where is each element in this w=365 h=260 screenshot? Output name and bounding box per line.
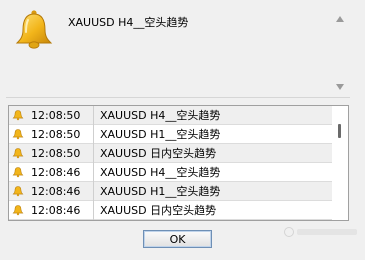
watermark-logo-icon [284,227,294,237]
log-time: 12:08:50 [31,108,81,122]
log-time: 12:08:50 [31,127,81,141]
log-row[interactable]: 12:08:50 XAUUSD H4__空头趋势 [9,106,332,125]
list-scrollbar[interactable] [331,106,348,220]
message-scrollbar[interactable] [332,6,349,94]
alert-panel: XAUUSD H4__空头趋势 [8,6,338,90]
bell-icon [9,201,27,220]
divider [6,97,350,98]
log-row[interactable]: 12:08:50 XAUUSD H1__空头趋势 [9,124,332,144]
scroll-down-icon[interactable] [336,84,344,90]
alert-log-list[interactable]: 12:08:50 XAUUSD H4__空头趋势 12:08:50 XAUUSD H1… [8,105,349,221]
watermark [284,227,357,237]
log-time: 12:08:46 [31,165,81,179]
log-row[interactable]: 12:08:46 XAUUSD H1__空头趋势 [9,181,332,201]
ok-button[interactable]: OK [143,230,212,248]
bell-icon [9,182,27,201]
log-message: XAUUSD H1__空头趋势 [100,128,221,141]
log-message: XAUUSD H4__空头趋势 [100,166,221,179]
log-time: 12:08:46 [31,203,81,217]
bell-icon [9,163,27,182]
log-time: 12:08:46 [31,184,81,198]
bell-icon [9,144,27,163]
bell-icon [9,106,27,125]
log-row[interactable]: 12:08:46 XAUUSD H4__空头趋势 [9,162,332,182]
scroll-thumb[interactable] [338,124,341,138]
log-message: XAUUSD H4__空头趋势 [100,109,221,122]
bell-icon [9,125,27,144]
log-time: 12:08:50 [31,146,81,160]
log-message: XAUUSD H1__空头趋势 [100,185,221,198]
log-message: XAUUSD 日内空头趋势 [100,147,217,160]
scroll-up-icon[interactable] [336,16,344,22]
log-row[interactable]: 12:08:50 XAUUSD 日内空头趋势 [9,143,332,163]
log-message: XAUUSD 日内空头趋势 [100,204,217,217]
log-row[interactable]: 12:08:46 XAUUSD 日内空头趋势 [9,200,332,220]
bell-icon [15,10,53,49]
alert-message: XAUUSD H4__空头趋势 [68,16,189,29]
